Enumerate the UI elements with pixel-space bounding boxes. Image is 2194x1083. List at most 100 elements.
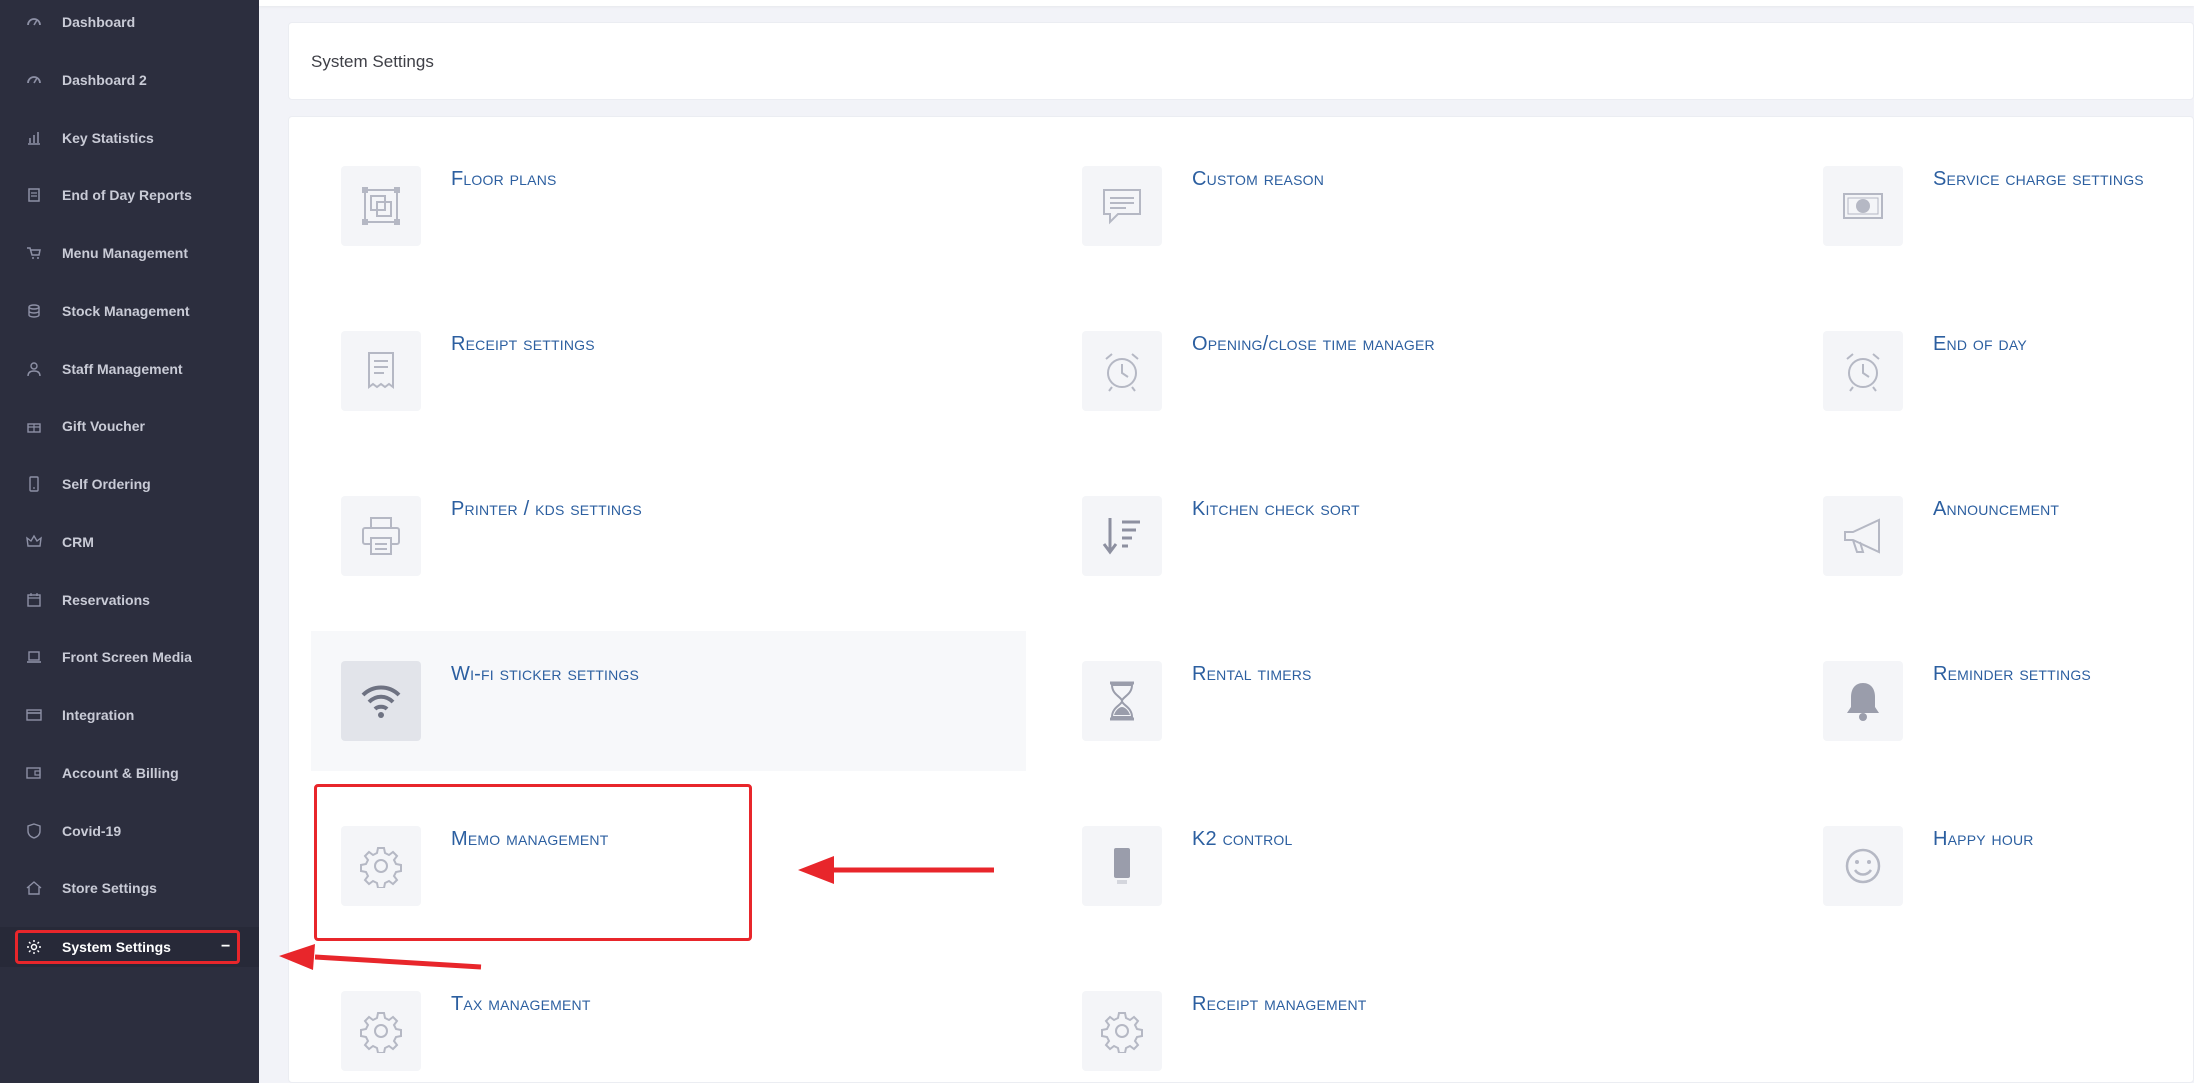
sidebar-item-covid-19[interactable]: Covid-19 <box>0 811 259 851</box>
tile-k2-control[interactable]: K2 control <box>1052 796 1767 936</box>
laptop-icon <box>25 648 43 666</box>
money-icon <box>1823 166 1903 246</box>
tile-label: Tax management <box>451 993 591 1015</box>
tile-kitchen-check-sort[interactable]: Kitchen check sort <box>1052 466 1767 606</box>
tile-announcement[interactable]: Announcement <box>1793 466 2194 606</box>
alarm-clock-icon <box>1082 331 1162 411</box>
tile-floor-plans[interactable]: Floor plans <box>311 136 1026 276</box>
report-icon <box>25 186 43 204</box>
sidebar-item-label: Store Settings <box>62 880 157 896</box>
hourglass-icon <box>1082 661 1162 741</box>
sidebar-item-label: Front Screen Media <box>62 649 192 665</box>
sidebar-item-stock-management[interactable]: Stock Management <box>0 291 259 331</box>
annotation-box-memo <box>314 784 752 941</box>
sidebar-item-label: Gift Voucher <box>62 418 145 434</box>
smiley-icon <box>1823 826 1903 906</box>
sidebar-item-label: Integration <box>62 707 135 723</box>
database-icon <box>25 302 43 320</box>
sort-icon <box>1082 496 1162 576</box>
device-icon <box>1082 826 1162 906</box>
sidebar-item-menu-management[interactable]: Menu Management <box>0 233 259 273</box>
gift-icon <box>25 417 43 435</box>
tile-label: Announcement <box>1933 498 2060 520</box>
chat-icon <box>1082 166 1162 246</box>
alarm-clock-icon <box>1823 331 1903 411</box>
megaphone-icon <box>1823 496 1903 576</box>
tile-receipt-management[interactable]: Receipt management <box>1052 961 1767 1083</box>
tile-rental-timers[interactable]: Rental timers <box>1052 631 1767 771</box>
tile-label: Service charge settings <box>1933 168 2144 190</box>
sidebar-item-label: Stock Management <box>62 303 190 319</box>
tile-label: Rental timers <box>1192 663 1312 685</box>
dashboard-icon <box>25 71 43 89</box>
annotation-arrow-memo <box>798 856 994 884</box>
sidebar-item-label: Key Statistics <box>62 130 154 146</box>
tile-label: Opening/close time manager <box>1192 333 1435 355</box>
user-icon <box>25 360 43 378</box>
crown-icon <box>25 533 43 551</box>
tile-label: K2 control <box>1192 828 1293 850</box>
tile-label: Receipt management <box>1192 993 1367 1015</box>
floor-plan-icon <box>341 166 421 246</box>
tile-custom-reason[interactable]: Custom reason <box>1052 136 1767 276</box>
tile-label: Floor plans <box>451 168 557 190</box>
sidebar-item-label: Reservations <box>62 592 150 608</box>
home-icon <box>25 879 43 897</box>
tile-label: End of day <box>1933 333 2027 355</box>
cart-icon <box>25 244 43 262</box>
sidebar-item-store-settings[interactable]: Store Settings <box>0 868 259 908</box>
tile-service-charge-settings[interactable]: Service charge settings <box>1793 136 2194 276</box>
calendar-icon <box>25 591 43 609</box>
bar-chart-icon <box>25 129 43 147</box>
sidebar-item-integration[interactable]: Integration <box>0 695 259 735</box>
sidebar-item-label: End of Day Reports <box>62 187 192 203</box>
tile-wifi-sticker-settings[interactable]: Wi-fi sticker settings <box>311 631 1026 771</box>
sidebar-item-front-screen-media[interactable]: Front Screen Media <box>0 637 259 677</box>
annotation-arrow-sidebar <box>279 944 482 970</box>
tile-end-of-day[interactable]: End of day <box>1793 301 2194 441</box>
tile-happy-hour[interactable]: Happy hour <box>1793 796 2194 936</box>
tile-label: Receipt settings <box>451 333 595 355</box>
sidebar-item-account-billing[interactable]: Account & Billing <box>0 753 259 793</box>
printer-icon <box>341 496 421 576</box>
wifi-icon <box>341 661 421 741</box>
sidebar-item-self-ordering[interactable]: Self Ordering <box>0 464 259 504</box>
sidebar-item-label: Menu Management <box>62 245 189 261</box>
sidebar-item-gift-voucher[interactable]: Gift Voucher <box>0 406 259 446</box>
sidebar-item-label: CRM <box>62 534 94 550</box>
annotation-box-sidebar <box>15 930 240 964</box>
page-header: System Settings <box>288 22 2194 100</box>
tile-label: Kitchen check sort <box>1192 498 1360 520</box>
sidebar-item-end-of-day-reports[interactable]: End of Day Reports <box>0 175 259 215</box>
sidebar-item-label: Account & Billing <box>62 765 179 781</box>
card-icon <box>25 706 43 724</box>
sidebar-item-key-statistics[interactable]: Key Statistics <box>0 118 259 158</box>
shield-icon <box>25 822 43 840</box>
sidebar-item-dashboard[interactable]: Dashboard <box>0 2 259 42</box>
gear-icon <box>1082 991 1162 1071</box>
sidebar-item-crm[interactable]: CRM <box>0 522 259 562</box>
receipt-icon <box>341 331 421 411</box>
page-title: System Settings <box>311 52 434 71</box>
tile-printer-kds-settings[interactable]: Printer / kds settings <box>311 466 1026 606</box>
sidebar: Dashboard Dashboard 2 Key Statistics End… <box>0 0 259 1083</box>
gear-icon <box>341 991 421 1071</box>
sidebar-item-label: Dashboard 2 <box>62 72 147 88</box>
sidebar-item-label: Staff Management <box>62 361 183 377</box>
sidebar-item-label: Dashboard <box>62 14 136 30</box>
sidebar-item-reservations[interactable]: Reservations <box>0 580 259 620</box>
tile-label: Reminder settings <box>1933 663 2091 685</box>
sidebar-item-staff-management[interactable]: Staff Management <box>0 349 259 389</box>
sidebar-item-label: Covid-19 <box>62 823 122 839</box>
top-bar <box>259 0 2194 6</box>
tile-receipt-settings[interactable]: Receipt settings <box>311 301 1026 441</box>
tile-opening-close-time-manager[interactable]: Opening/close time manager <box>1052 301 1767 441</box>
sidebar-item-dashboard-2[interactable]: Dashboard 2 <box>0 60 259 100</box>
tile-label: Happy hour <box>1933 828 2034 850</box>
mobile-icon <box>25 475 43 493</box>
wallet-icon <box>25 764 43 782</box>
sidebar-item-label: Self Ordering <box>62 476 151 492</box>
tile-label: Wi-fi sticker settings <box>451 663 640 685</box>
bell-icon <box>1823 661 1903 741</box>
tile-reminder-settings[interactable]: Reminder settings <box>1793 631 2194 771</box>
